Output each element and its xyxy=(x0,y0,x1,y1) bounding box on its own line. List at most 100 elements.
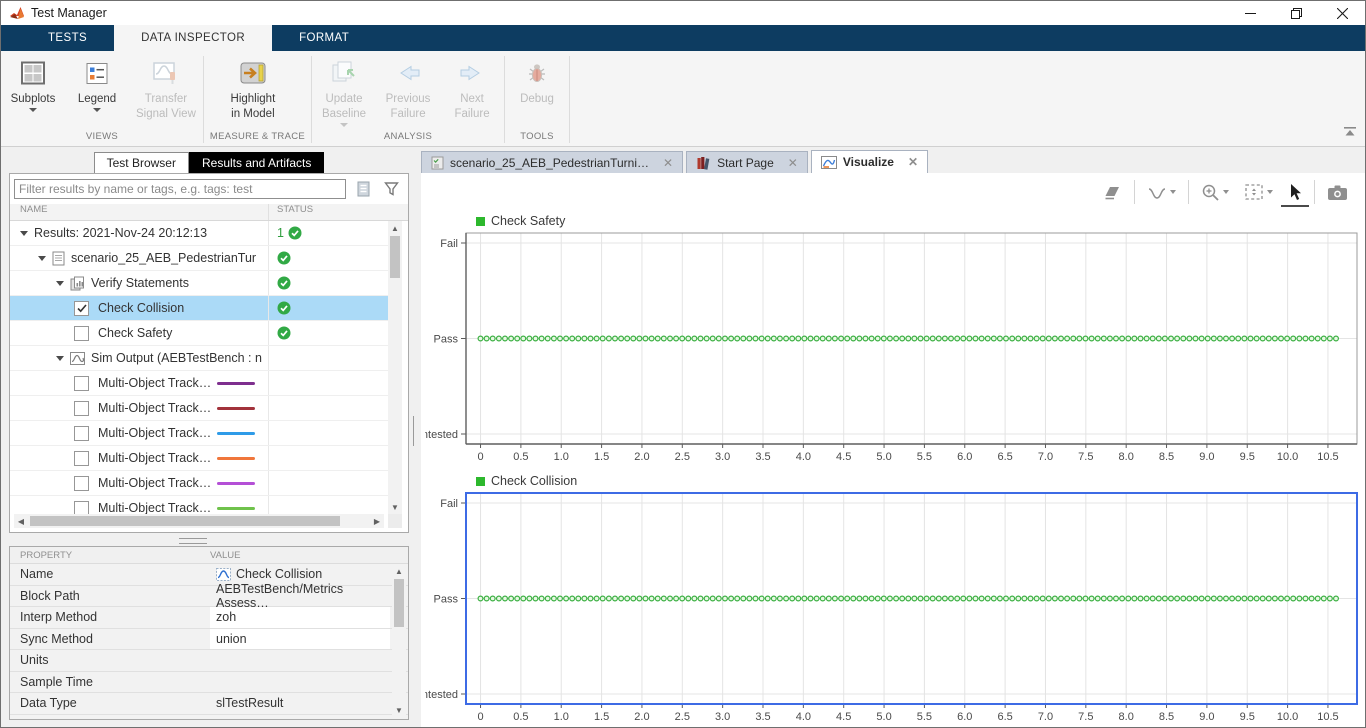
legend-button[interactable]: Legend xyxy=(65,55,129,131)
horizontal-splitter[interactable] xyxy=(179,538,207,544)
pointer-icon[interactable] xyxy=(1285,181,1305,203)
eraser-icon[interactable] xyxy=(1099,182,1125,203)
property-row[interactable]: Sync Methodunion xyxy=(10,629,408,651)
checkbox[interactable] xyxy=(74,476,89,491)
restore-icon[interactable] xyxy=(1273,1,1319,25)
property-row[interactable]: Data TypeslTestResult xyxy=(10,693,408,715)
scroll-up-icon[interactable]: ▲ xyxy=(392,564,406,578)
tab-data-inspector[interactable]: DATA INSPECTOR xyxy=(114,25,272,51)
tab-results-and-artifacts[interactable]: Results and Artifacts xyxy=(189,152,324,174)
filter-input[interactable] xyxy=(14,179,346,199)
tree-row[interactable]: Multi-Object Track… xyxy=(10,496,388,514)
tree-row[interactable]: Multi-Object Track… xyxy=(10,421,388,446)
tab-start-page[interactable]: Start Page ✕ xyxy=(686,151,808,173)
expander-icon[interactable] xyxy=(38,256,46,261)
checkbox[interactable] xyxy=(74,451,89,466)
filter-icon[interactable] xyxy=(380,179,402,199)
vertical-splitter[interactable] xyxy=(413,416,417,446)
checkbox[interactable] xyxy=(74,326,89,341)
close-icon[interactable]: ✕ xyxy=(663,157,673,169)
svg-text:1.5: 1.5 xyxy=(594,711,609,723)
svg-text:Pass: Pass xyxy=(434,594,459,606)
checkbox[interactable] xyxy=(74,501,89,515)
chart-check-collision[interactable]: Check Collision FailPassUntested00.51.01… xyxy=(425,471,1361,727)
tree-row[interactable]: Check Safety xyxy=(10,321,388,346)
camera-icon[interactable] xyxy=(1324,182,1351,203)
property-row[interactable]: Block PathAEBTestBench/Metrics Assess… xyxy=(10,586,408,608)
checkbox[interactable] xyxy=(74,426,89,441)
svg-text:1.0: 1.0 xyxy=(554,451,569,463)
chevron-down-icon xyxy=(340,123,348,127)
highlight-in-model-button[interactable]: Highlight in Model xyxy=(204,55,302,131)
tab-test-browser[interactable]: Test Browser xyxy=(94,152,189,174)
report-icon[interactable] xyxy=(352,179,374,199)
close-icon[interactable] xyxy=(1319,1,1365,25)
checkbox[interactable] xyxy=(74,376,89,391)
scroll-up-icon[interactable]: ▲ xyxy=(388,221,402,235)
chart-check-safety[interactable]: Check Safety FailPassUntested00.51.01.52… xyxy=(425,211,1361,467)
svg-text:9.0: 9.0 xyxy=(1199,711,1214,723)
expander-icon[interactable] xyxy=(20,231,28,236)
svg-text:Pass: Pass xyxy=(434,334,459,346)
tree-horizontal-scrollbar[interactable]: ◀ ▶ xyxy=(14,514,384,528)
chart-plot[interactable]: FailPassUntested00.51.01.52.02.53.03.54.… xyxy=(425,231,1361,467)
tab-format[interactable]: FORMAT xyxy=(272,25,376,51)
tree-row[interactable]: Multi-Object Track… xyxy=(10,396,388,421)
ribbon-group-tools: Debug TOOLS xyxy=(505,51,569,146)
checkbox[interactable] xyxy=(74,301,89,316)
svg-text:3.0: 3.0 xyxy=(715,451,730,463)
tree-row[interactable]: Multi-Object Track… xyxy=(10,471,388,496)
scroll-down-icon[interactable]: ▼ xyxy=(392,703,406,717)
svg-text:6.0: 6.0 xyxy=(957,711,972,723)
tree-row[interactable]: scenario_25_AEB_PedestrianTur xyxy=(10,246,388,271)
svg-text:Untested: Untested xyxy=(425,689,458,701)
signal-line-swatch xyxy=(217,507,255,510)
tab-scenario-25[interactable]: scenario_25_AEB_PedestrianTurni… ✕ xyxy=(421,151,683,173)
tab-visualize[interactable]: Visualize ✕ xyxy=(811,150,928,173)
tree-vertical-scrollbar[interactable]: ▲ ▼ xyxy=(388,221,402,514)
scroll-down-icon[interactable]: ▼ xyxy=(388,500,402,514)
expander-icon[interactable] xyxy=(56,356,64,361)
subplots-button[interactable]: Subplots xyxy=(1,55,65,131)
close-icon[interactable]: ✕ xyxy=(788,157,798,169)
close-icon[interactable]: ✕ xyxy=(908,156,918,168)
scrollbar-thumb[interactable] xyxy=(390,236,400,278)
matlab-app-icon xyxy=(9,6,25,21)
property-value[interactable]: union xyxy=(210,629,390,650)
scroll-left-icon[interactable]: ◀ xyxy=(14,514,28,528)
status-cell: 1 xyxy=(268,221,388,245)
zoom-in-icon[interactable] xyxy=(1198,181,1232,203)
signal-trace-icon[interactable] xyxy=(1144,182,1179,203)
tree-row[interactable]: Multi-Object Track… xyxy=(10,446,388,471)
svg-text:2.0: 2.0 xyxy=(634,451,649,463)
legend-label: Check Safety xyxy=(491,214,565,228)
ribbon-group-analysis: Update Baseline Previous Failure Next Fa… xyxy=(312,51,504,146)
collapse-ribbon-icon[interactable] xyxy=(1343,124,1357,142)
checkbox[interactable] xyxy=(74,401,89,416)
tree-row[interactable]: Results: 2021-Nov-24 20:12:131 xyxy=(10,221,388,246)
scroll-right-icon[interactable]: ▶ xyxy=(370,514,384,528)
chart-plot[interactable]: FailPassUntested00.51.01.52.02.53.03.54.… xyxy=(425,491,1361,727)
property-row[interactable]: Interp Methodzoh xyxy=(10,607,408,629)
expander-icon[interactable] xyxy=(56,281,64,286)
tree-row[interactable]: Check Collision xyxy=(10,296,388,321)
property-row[interactable]: Units xyxy=(10,650,408,672)
results-panel: NAME STATUS Results: 2021-Nov-24 20:12:1… xyxy=(9,173,409,533)
property-vertical-scrollbar[interactable]: ▲ ▼ xyxy=(392,564,406,717)
tree-row[interactable]: Sim Output (AEBTestBench : n xyxy=(10,346,388,371)
legend-label: Check Collision xyxy=(491,474,577,488)
test-manager-window: Test Manager TESTS DATA INSPECTOR FORMAT… xyxy=(0,0,1366,728)
tree-row[interactable]: Multi-Object Track… xyxy=(10,371,388,396)
fit-to-view-icon[interactable] xyxy=(1241,181,1276,203)
scrollbar-thumb[interactable] xyxy=(394,579,404,627)
property-row[interactable]: Sample Time xyxy=(10,672,408,694)
property-value[interactable]: zoh xyxy=(210,607,390,628)
scrollbar-thumb[interactable] xyxy=(30,516,340,526)
tree-row[interactable]: Verify Statements xyxy=(10,271,388,296)
legend-swatch xyxy=(476,217,485,226)
tab-tests[interactable]: TESTS xyxy=(21,25,114,51)
books-icon xyxy=(696,156,711,170)
minimize-icon[interactable] xyxy=(1227,1,1273,25)
property-value: AEBTestBench/Metrics Assess… xyxy=(210,586,390,607)
property-value-text: AEBTestBench/Metrics Assess… xyxy=(216,582,390,610)
